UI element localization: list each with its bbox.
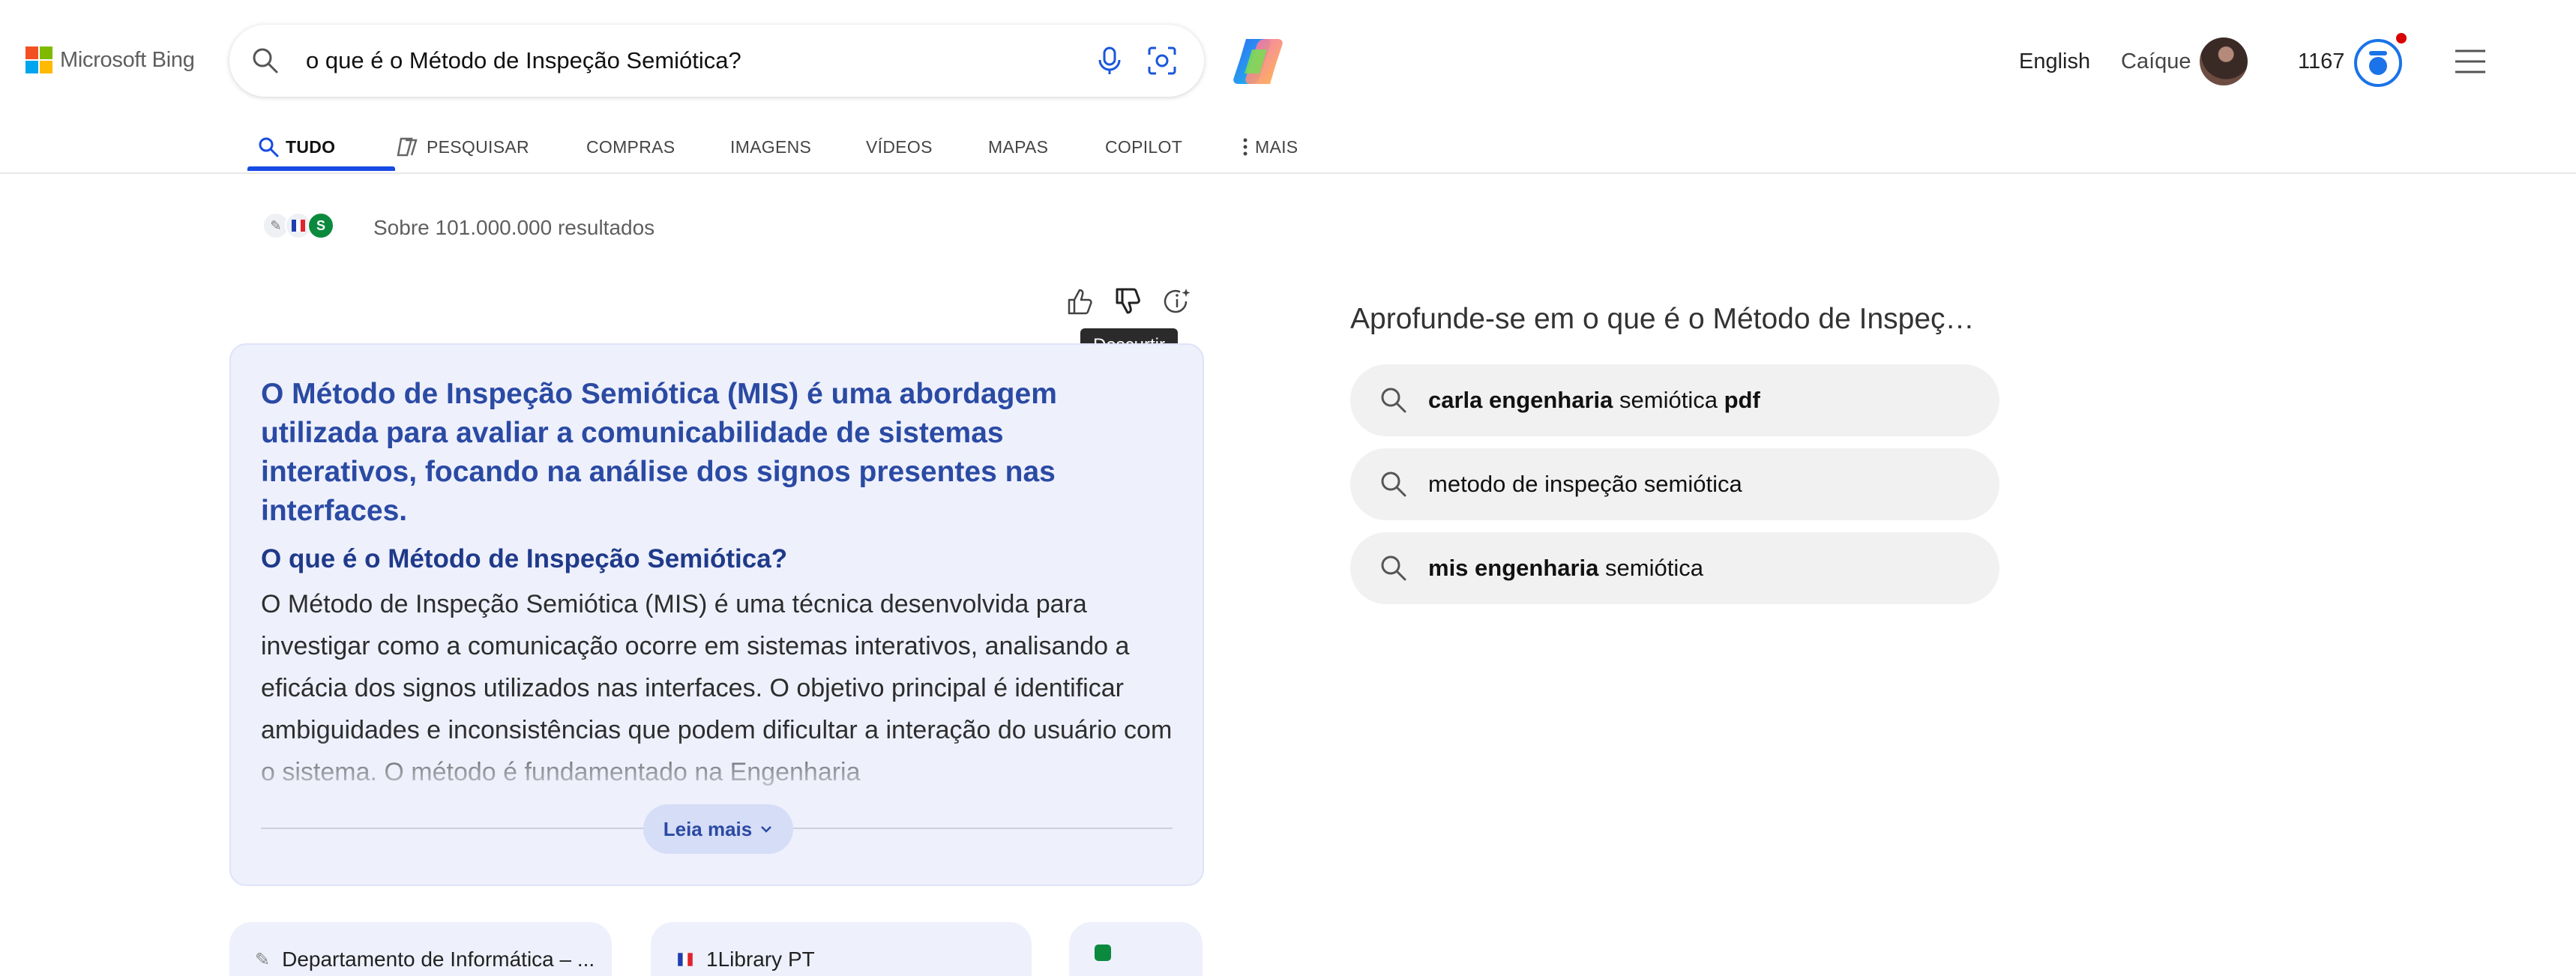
avatar[interactable] xyxy=(2200,37,2248,85)
copilot-search-icon xyxy=(397,137,418,157)
answer-headline: O Método de Inspeção Semiótica (MIS) é u… xyxy=(261,378,1057,527)
search-icon[interactable] xyxy=(250,46,280,76)
tab-label: IMAGENS xyxy=(730,136,812,157)
tab-label: MAIS xyxy=(1255,136,1298,157)
answer-fade-overlay xyxy=(231,735,1203,802)
source-favicons[interactable]: ✎ S xyxy=(262,212,334,239)
related-search-item[interactable]: metodo de inspeção semiótica xyxy=(1350,448,1999,520)
microphone-icon[interactable] xyxy=(1093,44,1126,77)
search-icon xyxy=(1381,388,1406,413)
microsoft-logo-icon xyxy=(25,46,52,73)
copilot-logo-icon[interactable] xyxy=(1230,34,1287,88)
tab-label: PESQUISAR xyxy=(427,136,529,157)
tab-mais[interactable]: MAIS xyxy=(1242,130,1298,163)
search-nav: TUDO PESQUISAR COMPRAS IMAGENS VÍDEOS MA… xyxy=(0,121,2576,174)
tab-videos[interactable]: VÍDEOS xyxy=(866,130,933,163)
tab-label: COPILOT xyxy=(1105,136,1183,157)
related-search-label: metodo de inspeção semiótica xyxy=(1428,471,1742,497)
source-title: 1Library PT xyxy=(706,948,815,971)
rewards-icon[interactable] xyxy=(2354,39,2402,87)
related-search-label: mis engenharia semiótica xyxy=(1428,555,1703,581)
tab-label: COMPRAS xyxy=(586,136,675,157)
reward-points[interactable]: 1167 xyxy=(2298,49,2344,74)
info-sparkle-icon[interactable] xyxy=(1161,285,1194,318)
active-tab-indicator xyxy=(247,166,395,171)
tab-label: TUDO xyxy=(286,136,336,157)
answer-subheading: O que é o Método de Inspeção Semiótica? xyxy=(261,544,788,573)
scielo-favicon-icon: S xyxy=(307,212,334,239)
source-card[interactable]: ✎ Departamento de Informática – ... xyxy=(229,922,612,976)
thumbs-up-icon[interactable] xyxy=(1063,285,1096,318)
tab-label: MAPAS xyxy=(988,136,1049,157)
source-title: Departamento de Informática – ... xyxy=(282,948,595,971)
search-icon xyxy=(1381,472,1406,497)
search-box[interactable]: o que é o Método de Inspeção Semiótica? xyxy=(229,25,1204,97)
more-vertical-icon xyxy=(1243,138,1248,156)
hamburger-menu-icon[interactable] xyxy=(2454,48,2487,75)
1library-favicon-icon xyxy=(678,953,693,966)
pucrio-favicon-icon: ✎ xyxy=(255,949,271,970)
related-searches-title: Aprofunde-se em o que é o Método de Insp… xyxy=(1350,303,1975,335)
thumbs-down-icon[interactable] xyxy=(1111,285,1144,318)
related-search-label: carla engenharia semiótica pdf xyxy=(1428,387,1760,413)
tab-tudo[interactable]: TUDO xyxy=(257,130,335,163)
user-name[interactable]: Caíque xyxy=(2121,49,2191,74)
related-search-item[interactable]: carla engenharia semiótica pdf xyxy=(1350,364,1999,436)
search-icon xyxy=(259,137,279,157)
scielo-favicon-icon xyxy=(1095,945,1111,961)
result-count: Sobre 101.000.000 resultados xyxy=(373,216,655,239)
tab-label: VÍDEOS xyxy=(866,136,933,157)
answer-card: O Método de Inspeção Semiótica (MIS) é u… xyxy=(229,343,1204,886)
tab-compras[interactable]: COMPRAS xyxy=(586,130,675,163)
source-card[interactable]: 1Library PT xyxy=(651,922,1032,976)
search-input[interactable]: o que é o Método de Inspeção Semiótica? xyxy=(306,47,741,74)
search-icon xyxy=(1381,555,1406,581)
language-link[interactable]: English xyxy=(2019,49,2090,74)
tab-copilot[interactable]: COPILOT xyxy=(1105,130,1182,163)
read-more-button[interactable]: Leia mais xyxy=(643,804,793,854)
bing-logo[interactable]: Microsoft Bing xyxy=(25,46,195,73)
related-search-item[interactable]: mis engenharia semiótica xyxy=(1350,532,1999,604)
tab-mapas[interactable]: MAPAS xyxy=(988,130,1048,163)
rewards-medal-icon xyxy=(2369,51,2387,75)
visual-search-icon[interactable] xyxy=(1146,44,1179,77)
tab-pesquisar[interactable]: PESQUISAR xyxy=(395,130,529,163)
source-card[interactable] xyxy=(1069,922,1203,976)
logo-text: Microsoft Bing xyxy=(60,47,195,72)
notification-dot xyxy=(2396,33,2407,43)
read-more-label: Leia mais xyxy=(663,817,753,840)
chevron-down-icon xyxy=(761,826,772,833)
tab-imagens[interactable]: IMAGENS xyxy=(730,130,811,163)
